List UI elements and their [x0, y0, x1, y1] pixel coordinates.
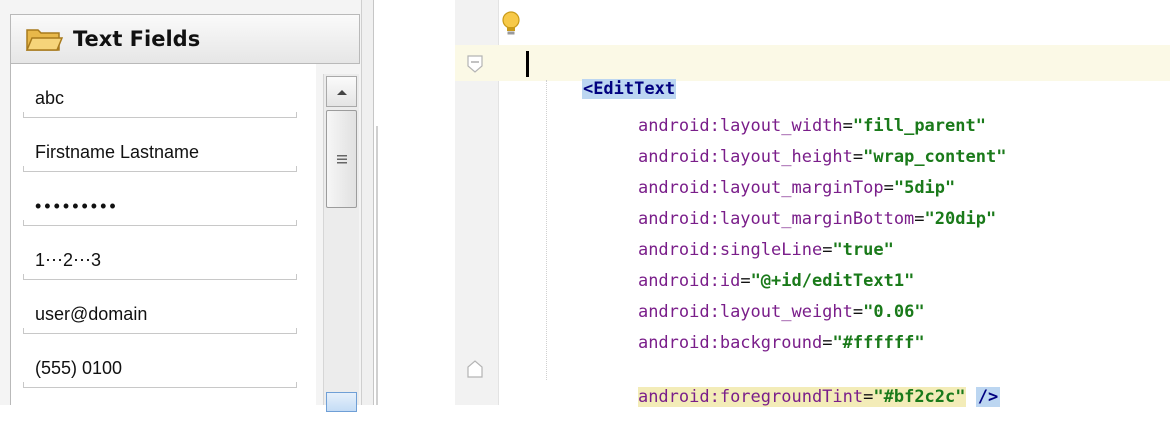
splitter-line — [376, 126, 378, 405]
field-underline — [23, 328, 297, 334]
field-value: 1⋯2⋯3 — [35, 250, 102, 270]
xml-editor[interactable]: <EditText android:layout_width="fill_par… — [379, 0, 1170, 407]
field-underline — [23, 166, 297, 172]
palette-title: Text Fields — [73, 27, 201, 51]
field-underline — [23, 220, 297, 226]
palette-item-phone[interactable]: (555) 0100 — [23, 344, 297, 394]
text-caret — [526, 51, 529, 77]
palette-scrollbar[interactable] — [323, 74, 359, 412]
palette-list: abc Firstname Lastname ••••••••• 1⋯2⋯3 u… — [10, 64, 316, 405]
panel-splitter[interactable] — [362, 0, 374, 405]
folder-icon — [25, 29, 63, 51]
palette-category-header[interactable]: Text Fields — [10, 14, 360, 64]
code-line-attribute-highlighted[interactable]: android:foregroundTint="#bf2c2c" /> — [597, 358, 1001, 436]
palette-panel: Text Fields abc Firstname Lastname •••••… — [0, 0, 362, 412]
field-underline — [23, 274, 297, 280]
field-value: user@domain — [35, 304, 148, 324]
field-value: (555) 0100 — [35, 358, 123, 378]
attribute-value: "#bf2c2c" — [873, 387, 966, 407]
attribute-value: "#ffffff" — [832, 333, 925, 353]
field-underline — [23, 112, 297, 118]
palette-item-number[interactable]: 1⋯2⋯3 — [23, 236, 297, 286]
palette-item-person-name[interactable]: Firstname Lastname — [23, 128, 297, 178]
fold-end-icon[interactable] — [467, 360, 483, 378]
attribute-value: "20dip" — [924, 209, 997, 229]
field-value: ••••••••• — [35, 196, 119, 216]
palette-item-email[interactable]: user@domain — [23, 290, 297, 340]
scroll-grip-icon — [336, 155, 347, 164]
lightbulb-icon[interactable] — [500, 10, 522, 38]
field-value: Firstname Lastname — [35, 142, 200, 162]
attribute-name: android:background — [637, 333, 823, 353]
scroll-up-arrow-icon — [336, 89, 347, 95]
tag-close: /> — [975, 387, 1001, 407]
fold-icon[interactable] — [467, 55, 483, 73]
attribute-name: android:foregroundTint — [637, 387, 864, 407]
palette-item-plain-text[interactable]: abc — [23, 74, 297, 124]
scroll-up-button[interactable] — [326, 76, 357, 107]
field-underline — [23, 382, 297, 388]
field-value: abc — [35, 88, 65, 108]
palette-item-password[interactable]: ••••••••• — [23, 182, 297, 232]
scroll-thumb[interactable] — [326, 110, 357, 208]
scroll-down-button[interactable] — [326, 392, 357, 412]
